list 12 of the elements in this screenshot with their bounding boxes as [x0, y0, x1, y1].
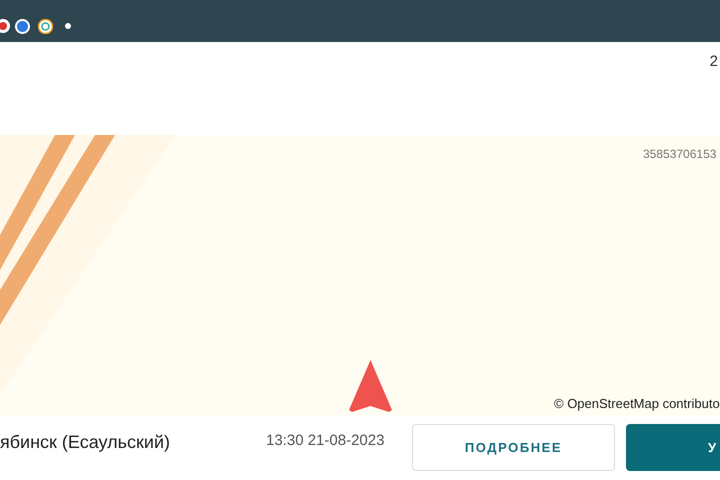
- navigation-arrow-icon: [349, 360, 392, 413]
- timestamp: 13:30 21-08-2023: [266, 431, 384, 451]
- vehicle-id: 35853706153: [643, 146, 716, 163]
- dot-icon: [65, 23, 71, 29]
- map-attribution[interactable]: © OpenStreetMap contributo: [554, 394, 720, 414]
- primary-button[interactable]: У: [626, 424, 720, 471]
- app-icon[interactable]: [15, 19, 30, 34]
- app-icon[interactable]: [0, 19, 10, 33]
- location-text: ябинск (Есаульский): [0, 431, 170, 454]
- app-icon[interactable]: [38, 19, 53, 34]
- corner-text: 2: [710, 52, 718, 72]
- details-button[interactable]: ПОДРОБНЕЕ: [412, 424, 615, 471]
